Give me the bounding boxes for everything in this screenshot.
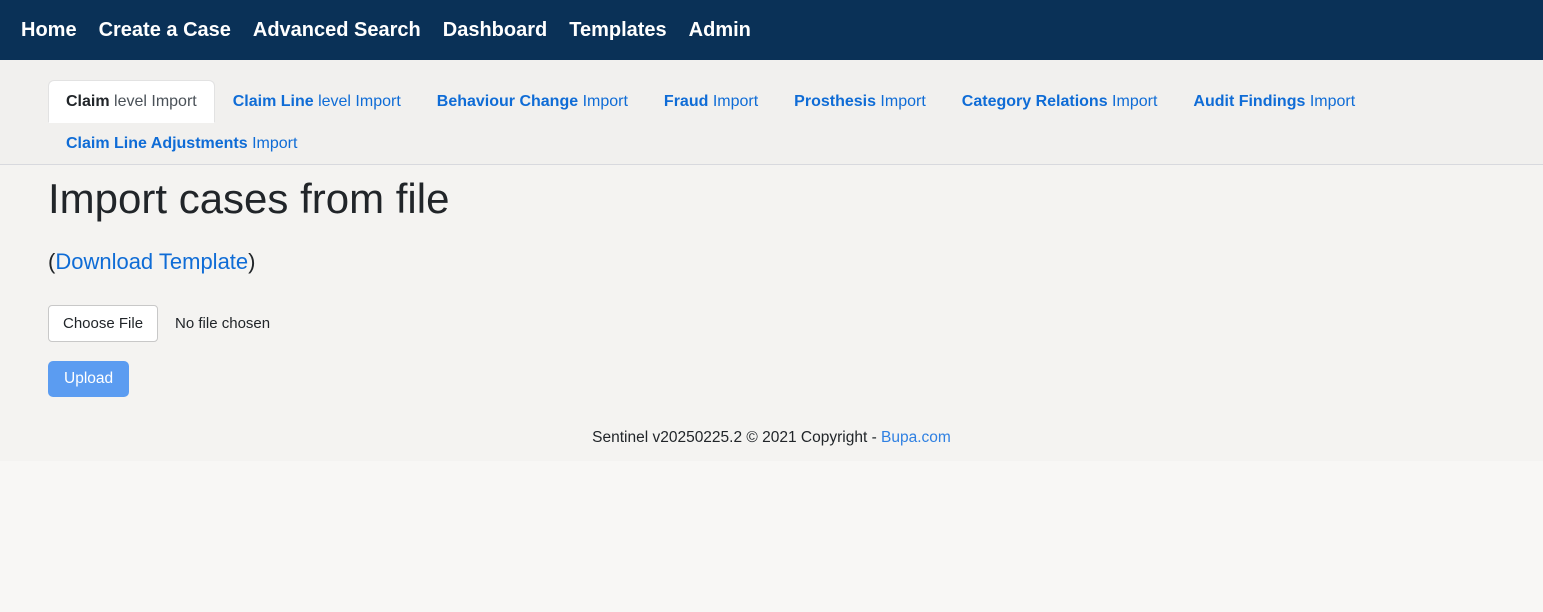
tab-claim-line-adjustments-import[interactable]: Claim Line Adjustments Import [48, 122, 315, 165]
footer-version-text: Sentinel v20250225.2 © 2021 Copyright - [592, 429, 881, 446]
download-template-link[interactable]: Download Template [55, 249, 248, 274]
tab-claim-level-import[interactable]: Claim level Import [48, 80, 215, 123]
tab-label-bold: Behaviour Change [437, 93, 578, 110]
nav-item-admin[interactable]: Admin [678, 11, 762, 50]
nav-item-templates[interactable]: Templates [558, 11, 677, 50]
tab-label-rest: level Import [314, 93, 401, 110]
file-input-row: Choose File No file chosen [48, 305, 1495, 342]
tab-label-bold: Audit Findings [1193, 93, 1305, 110]
choose-file-button[interactable]: Choose File [48, 305, 158, 342]
upload-button[interactable]: Upload [48, 361, 129, 397]
tab-category-relations-import[interactable]: Category Relations Import [944, 80, 1176, 123]
tab-label-rest: Import [708, 93, 758, 110]
nav-item-home[interactable]: Home [10, 11, 88, 50]
nav-item-dashboard[interactable]: Dashboard [432, 11, 558, 50]
file-chosen-status: No file chosen [175, 315, 270, 332]
tab-label-bold: Prosthesis [794, 93, 876, 110]
nav-item-create-a-case[interactable]: Create a Case [88, 11, 242, 50]
tab-label-bold: Claim Line Adjustments [66, 135, 248, 152]
footer: Sentinel v20250225.2 © 2021 Copyright - … [48, 429, 1495, 447]
tab-label-rest: Import [1108, 93, 1158, 110]
top-navbar: HomeCreate a CaseAdvanced SearchDashboar… [0, 0, 1543, 60]
tab-prosthesis-import[interactable]: Prosthesis Import [776, 80, 944, 123]
paren-close: ) [248, 249, 255, 274]
tab-label-bold: Claim [66, 93, 110, 110]
tab-label-rest: level Import [110, 93, 197, 110]
tab-label-bold: Category Relations [962, 93, 1108, 110]
tab-label-rest: Import [1305, 93, 1355, 110]
tab-label-bold: Claim Line [233, 93, 314, 110]
page-title: Import cases from file [48, 174, 1495, 224]
import-tab-bar: Claim level ImportClaim Line level Impor… [0, 60, 1543, 165]
tab-fraud-import[interactable]: Fraud Import [646, 80, 776, 123]
tab-claim-line-level-import[interactable]: Claim Line level Import [215, 80, 419, 123]
tab-label-rest: Import [248, 135, 298, 152]
tab-audit-findings-import[interactable]: Audit Findings Import [1175, 80, 1373, 123]
navbar-menu: HomeCreate a CaseAdvanced SearchDashboar… [10, 11, 762, 50]
tab-label-rest: Import [578, 93, 628, 110]
download-template-line: (Download Template) [48, 249, 1495, 275]
nav-item-advanced-search[interactable]: Advanced Search [242, 11, 432, 50]
footer-bupa-link[interactable]: Bupa.com [881, 429, 951, 446]
main-content: Import cases from file (Download Templat… [0, 165, 1543, 461]
tab-label-rest: Import [876, 93, 926, 110]
tab-label-bold: Fraud [664, 93, 708, 110]
tab-behaviour-change-import[interactable]: Behaviour Change Import [419, 80, 646, 123]
